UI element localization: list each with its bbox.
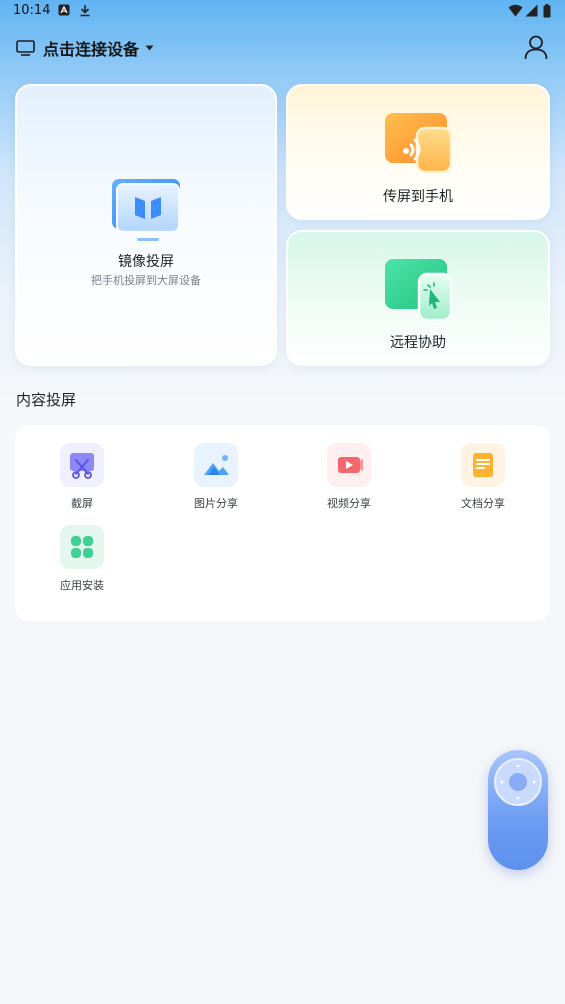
screen-mirror-subtitle: 把手机投屏到大屏设备 [91, 274, 201, 287]
tool-video-share[interactable]: 视频分享 [299, 443, 399, 519]
content-cast-section-title: 内容投屏 [16, 391, 77, 409]
screenshot-icon [60, 443, 104, 487]
caret-down-icon [145, 45, 154, 51]
status-bar: 10:14 [0, 0, 565, 24]
image-share-icon [194, 443, 238, 487]
remote-assist-title: 远程协助 [390, 335, 446, 351]
wifi-icon [508, 4, 523, 17]
tool-document-share[interactable]: 文档分享 [433, 443, 533, 519]
download-icon [80, 5, 90, 17]
cellular-signal-icon [525, 4, 538, 17]
tool-video-share-label: 视频分享 [327, 497, 371, 510]
battery-icon [543, 4, 551, 18]
remote-assist-card[interactable]: 远程协助 [286, 230, 550, 366]
user-profile-icon[interactable] [523, 34, 549, 60]
dpad-icon [494, 758, 542, 806]
floating-remote-control-button[interactable] [488, 750, 548, 870]
header: 点击连接设备 [0, 28, 565, 68]
tool-app-install[interactable]: 应用安装 [32, 525, 132, 601]
notification-icon [58, 4, 70, 16]
screen-mirror-icon [112, 179, 180, 241]
monitor-icon [16, 40, 35, 56]
video-share-icon [327, 443, 371, 487]
document-share-icon [461, 443, 505, 487]
status-time: 10:14 [13, 3, 51, 18]
tool-image-share-label: 图片分享 [194, 497, 238, 510]
tool-app-install-label: 应用安装 [60, 579, 104, 592]
connect-device-label: 点击连接设备 [43, 40, 140, 59]
app-install-icon [60, 525, 104, 569]
tool-image-share[interactable]: 图片分享 [166, 443, 266, 519]
cast-to-phone-card[interactable]: 传屏到手机 [286, 84, 550, 220]
remote-assist-icon [385, 259, 453, 322]
tool-screenshot[interactable]: 截屏 [32, 443, 132, 519]
cast-to-phone-icon [385, 113, 453, 174]
cast-to-phone-title: 传屏到手机 [383, 189, 453, 205]
tool-screenshot-label: 截屏 [71, 497, 93, 510]
screen-mirror-title: 镜像投屏 [118, 254, 174, 270]
screen-mirror-card[interactable]: 镜像投屏 把手机投屏到大屏设备 [15, 84, 277, 366]
connect-device-button[interactable]: 点击连接设备 [16, 34, 154, 62]
tool-document-share-label: 文档分享 [461, 497, 505, 510]
content-cast-panel: 截屏 图片分享 视频分享 文档分享 应用安装 [15, 425, 550, 621]
